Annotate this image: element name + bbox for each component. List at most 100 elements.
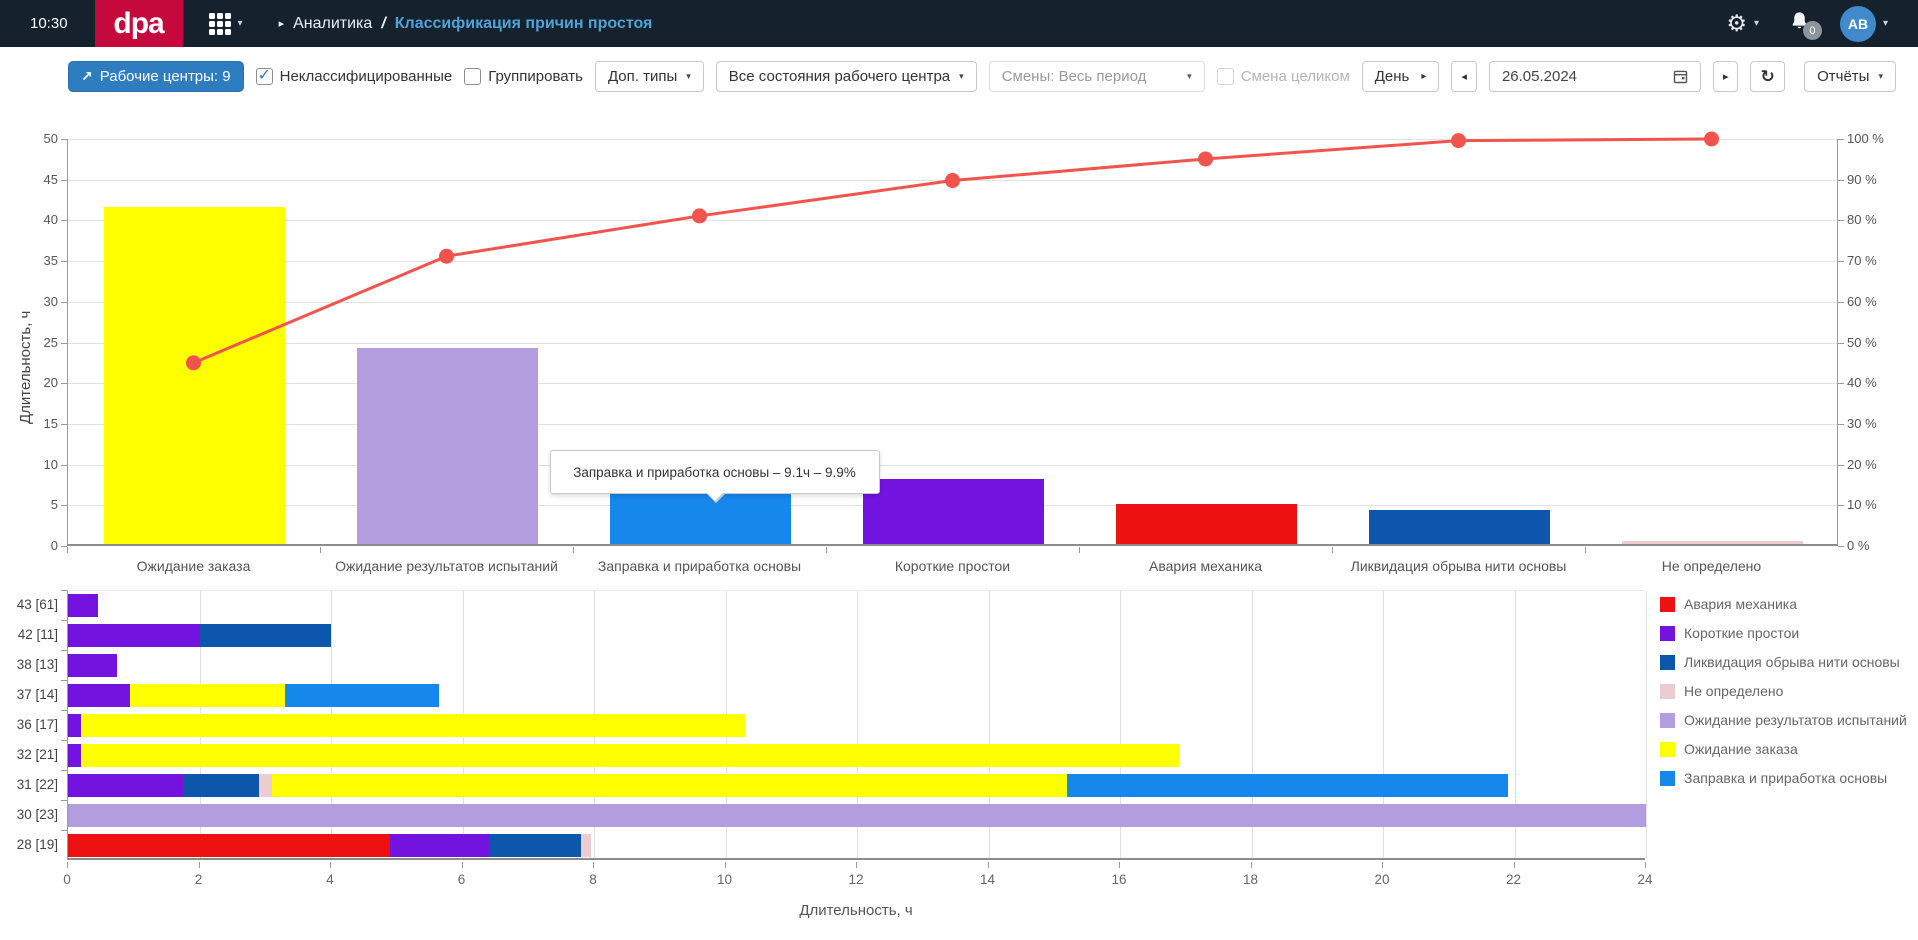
y-axis-tick [61,590,67,591]
bar-segment[interactable] [68,834,390,857]
cumulative-point[interactable] [945,173,960,188]
x-axis-tick-label: 2 [195,872,203,887]
y-axis-tick [61,830,67,831]
bar-segment[interactable] [68,774,183,797]
bar-segment[interactable] [272,774,1068,797]
y-axis-tick [61,680,67,681]
legend: Авария механика Короткие простои Ликвидаци… [1660,596,1907,786]
bar-segment[interactable] [489,834,581,857]
group-checkbox[interactable] [464,68,481,85]
bar-segment[interactable] [1067,774,1508,797]
chevron-down-icon: ▾ [1883,18,1888,29]
stacked-plot-area [67,590,1645,860]
group-checkbox-group[interactable]: Группировать [464,68,583,85]
percent-axis-tick-label: 80 % [1847,212,1877,227]
x-category-label: Не определено [1585,558,1838,574]
x-axis-tick-label: 12 [848,872,863,887]
legend-item[interactable]: Заправка и приработка основы [1660,770,1907,786]
bar-segment[interactable] [68,654,117,677]
bar-segment[interactable] [259,774,272,797]
legend-item[interactable]: Авария механика [1660,596,1907,612]
refresh-button[interactable]: ↻ [1750,61,1784,92]
date-input[interactable]: 26.05.2024 [1489,61,1701,92]
cumulative-point[interactable] [439,249,454,264]
cumulative-point[interactable] [1704,132,1719,147]
cumulative-point[interactable] [692,208,707,223]
legend-swatch [1660,713,1675,728]
x-axis-tick [199,862,200,868]
page-title[interactable]: Классификация причин простоя [395,15,653,33]
machine-row-label: 36 [17] [0,717,58,732]
shifts-select[interactable]: Смены: Весь период ▾ [989,61,1205,92]
y-axis-tick-label: 30 [14,294,58,309]
bar-segment[interactable] [390,834,489,857]
percent-axis-tick [1838,261,1844,262]
y-axis-title: Длительность, ч [17,311,34,424]
legend-item[interactable]: Ожидание результатов испытаний [1660,712,1907,728]
bar-segment[interactable] [200,624,332,647]
machine-row-label: 38 [13] [0,657,58,672]
apps-menu-button[interactable]: ▾ [209,13,243,35]
legend-item[interactable]: Короткие простои [1660,625,1907,641]
period-button[interactable]: День ▸ [1362,61,1440,92]
bar-segment[interactable] [68,624,200,647]
bar-segment[interactable] [68,684,130,707]
legend-item[interactable]: Ликвидация обрыва нити основы [1660,654,1907,670]
calendar-icon [1673,69,1688,84]
bar-segment[interactable] [81,714,745,737]
work-centers-button[interactable]: ↗ Рабочие центры: 9 [68,61,244,92]
notifications-button[interactable]: 0 [1789,10,1810,37]
shifts-select-value: Смены: Весь период [1002,68,1147,85]
chevron-right-icon: ▸ [1421,71,1426,82]
chevron-down-icon: ▾ [1754,18,1759,29]
extra-types-button[interactable]: Доп. типы ▾ [595,61,704,92]
reports-button[interactable]: Отчёты ▾ [1804,61,1896,92]
legend-item[interactable]: Не определено [1660,683,1907,699]
check-icon: ✓ [258,65,271,85]
y-axis-tick [61,740,67,741]
machine-row-label: 31 [22] [0,777,58,792]
x-axis-tick-label: 20 [1374,872,1389,887]
bar-segment[interactable] [130,684,285,707]
bar-segment[interactable] [581,834,591,857]
settings-menu-button[interactable]: ⚙ ▾ [1726,12,1759,35]
percent-axis-tick-label: 10 % [1847,497,1877,512]
unclassified-checkbox-group[interactable]: ✓ Неклассифицированные [256,68,453,85]
x-category-label: Заправка и приработка основы [573,558,826,574]
legend-label: Ожидание результатов испытаний [1684,712,1907,728]
breadcrumb-section-analytics[interactable]: Аналитика [293,15,372,33]
bar-segment[interactable] [81,744,1179,767]
legend-label: Не определено [1684,683,1783,699]
y-axis-tick-label: 0 [14,538,58,553]
states-filter-button[interactable]: Все состояния рабочего центра ▾ [716,61,977,92]
cumulative-point[interactable] [1451,133,1466,148]
prev-date-button[interactable]: ◂ [1451,61,1477,92]
x-axis-tick-label: 8 [589,872,597,887]
bar-segment[interactable] [68,744,81,767]
percent-axis-tick [1838,139,1844,140]
cumulative-point[interactable] [1198,151,1213,166]
user-menu-button[interactable]: AB ▾ [1840,6,1888,42]
next-date-button[interactable]: ▸ [1713,61,1739,92]
y-axis-tick-label: 35 [14,253,58,268]
dpa-logo[interactable]: dpa [95,0,183,47]
legend-label: Авария механика [1684,596,1797,612]
percent-axis-tick-label: 0 % [1847,538,1869,553]
percent-axis-tick-label: 30 % [1847,416,1877,431]
bar-segment[interactable] [183,774,259,797]
x-axis-tick [330,862,331,868]
cumulative-point[interactable] [186,355,201,370]
unclassified-checkbox[interactable]: ✓ [256,68,273,85]
bar-segment[interactable] [68,594,98,617]
legend-swatch [1660,597,1675,612]
bar-segment[interactable] [68,804,1646,827]
bar-segment[interactable] [285,684,440,707]
percent-axis-tick-label: 100 % [1847,131,1884,146]
legend-item[interactable]: Ожидание заказа [1660,741,1907,757]
x-axis-tick-label: 4 [326,872,334,887]
legend-swatch [1660,655,1675,670]
y-axis-tick [61,770,67,771]
x-axis-tick-label: 24 [1637,872,1652,887]
bar-segment[interactable] [68,714,81,737]
y-axis-tick [61,650,67,651]
